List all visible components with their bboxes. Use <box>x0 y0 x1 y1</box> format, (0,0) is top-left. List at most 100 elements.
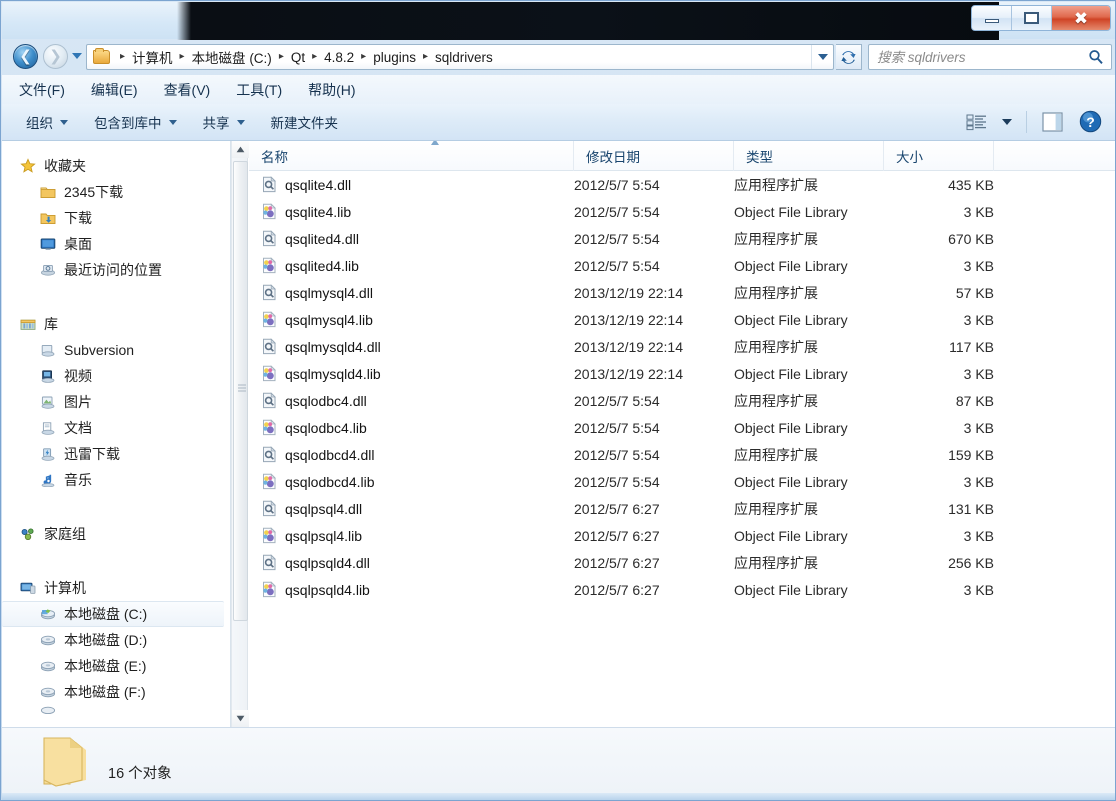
breadcrumb-separator: ▸ <box>179 51 185 62</box>
close-button[interactable]: ✖ <box>1052 6 1110 30</box>
breadcrumb-item-computer[interactable]: 计算机 <box>131 47 174 67</box>
view-list-icon[interactable] <box>966 113 988 131</box>
menu-view[interactable]: 查看(V) <box>161 78 214 102</box>
file-type-cell: Object File Library <box>734 419 848 436</box>
breadcrumb-item-version[interactable]: 4.8.2 <box>323 50 355 65</box>
search-box[interactable] <box>868 44 1112 70</box>
table-row[interactable]: qsqlmysqld4.lib 2013/12/19 22:14 Object Fi… <box>249 360 1115 387</box>
table-row[interactable]: qsqlodbc4.lib 2012/5/7 5:54 Object File Li… <box>249 414 1115 441</box>
file-date-cell: 2013/12/19 22:14 <box>574 284 683 301</box>
back-button[interactable]: ❮ <box>13 44 38 69</box>
scrollbar-grip-icon <box>238 384 246 392</box>
share-with-button[interactable]: 共享 <box>203 112 245 132</box>
column-label: 类型 <box>746 149 773 165</box>
address-bar[interactable]: ▸ 计算机 ▸ 本地磁盘 (C:) ▸ Qt ▸ 4.8.2 ▸ plugins… <box>86 44 834 70</box>
nav-group-computer: 计算机 本地磁盘 (C:) 本地磁盘 (D:) 本地磁盘 (E:) 本地磁盘 (… <box>2 575 230 717</box>
nav-header-homegroup[interactable]: 家庭组 <box>2 521 230 547</box>
table-row[interactable]: qsqlodbcd4.lib 2012/5/7 5:54 Object File L… <box>249 468 1115 495</box>
file-name-cell: qsqlite4.lib <box>249 203 574 220</box>
sidebar-item-videos[interactable]: 视频 <box>2 363 230 389</box>
sidebar-item-drive-e[interactable]: 本地磁盘 (E:) <box>2 653 230 679</box>
sidebar-item-2345download[interactable]: 2345下载 <box>2 179 230 205</box>
sidebar-item-pictures[interactable]: 图片 <box>2 389 230 415</box>
recent-pages-dropdown[interactable] <box>72 53 82 59</box>
table-row[interactable]: qsqlited4.lib 2012/5/7 5:54 Object File Li… <box>249 252 1115 279</box>
system-drive-icon <box>40 607 62 621</box>
file-type-cell: 应用程序扩展 <box>734 500 818 517</box>
column-label: 大小 <box>896 149 923 165</box>
nav-header-libraries[interactable]: 库 <box>2 311 230 337</box>
sidebar-item-drive-partial[interactable] <box>2 705 230 717</box>
table-row[interactable]: qsqlpsqld4.lib 2012/5/7 6:27 Object File L… <box>249 576 1115 603</box>
search-input[interactable] <box>869 48 1081 66</box>
column-header-type[interactable]: 类型 <box>734 141 884 171</box>
help-icon[interactable]: ? <box>1079 110 1102 133</box>
file-type-cell: 应用程序扩展 <box>734 554 818 571</box>
column-header-size[interactable]: 大小 <box>884 141 994 171</box>
table-row[interactable]: qsqlpsql4.dll 2012/5/7 6:27 应用程序扩展 131 KB <box>249 495 1115 522</box>
file-name-cell: qsqlpsqld4.dll <box>249 554 574 571</box>
maximize-button[interactable] <box>1012 6 1052 30</box>
menu-help[interactable]: 帮助(H) <box>305 78 358 102</box>
nav-label: 文档 <box>64 420 92 436</box>
file-name-label: qsqlmysqld4.lib <box>285 365 381 382</box>
title-bar[interactable]: ✖ <box>2 2 1115 40</box>
table-row[interactable]: qsqlited4.dll 2012/5/7 5:54 应用程序扩展 670 KB <box>249 225 1115 252</box>
nav-header-favorites[interactable]: 收藏夹 <box>2 153 230 179</box>
file-list-pane: 名称 修改日期 类型 大小 qsqlite4.dll 2012/5/7 5:54 应… <box>249 141 1115 727</box>
back-arrow-icon: ❮ <box>19 48 32 65</box>
table-row[interactable]: qsqlite4.lib 2012/5/7 5:54 Object File Lib… <box>249 198 1115 225</box>
menu-edit[interactable]: 编辑(E) <box>88 78 141 102</box>
preview-pane-icon[interactable] <box>1041 111 1065 133</box>
breadcrumb-item-drive[interactable]: 本地磁盘 (C:) <box>191 47 273 67</box>
organize-button[interactable]: 组织 <box>26 112 68 132</box>
table-row[interactable]: qsqlodbcd4.dll 2012/5/7 5:54 应用程序扩展 159 KB <box>249 441 1115 468</box>
breadcrumb-item-plugins[interactable]: plugins <box>372 50 417 65</box>
include-in-library-label: 包含到库中 <box>94 116 162 131</box>
sidebar-item-drive-c[interactable]: 本地磁盘 (C:) <box>2 601 224 627</box>
address-history-chevron-icon[interactable] <box>811 45 833 69</box>
search-icon[interactable] <box>1081 49 1111 65</box>
file-type-cell: 应用程序扩展 <box>734 446 818 463</box>
table-row[interactable]: qsqlmysql4.dll 2013/12/19 22:14 应用程序扩展 57 K… <box>249 279 1115 306</box>
include-in-library-button[interactable]: 包含到库中 <box>94 112 177 132</box>
scrollbar-thumb[interactable] <box>233 161 248 621</box>
file-name-label: qsqlodbcd4.dll <box>285 446 375 463</box>
file-date-cell: 2012/5/7 5:54 <box>574 392 660 409</box>
sidebar-item-subversion[interactable]: Subversion <box>2 337 230 363</box>
sidebar-item-music[interactable]: 音乐 <box>2 467 230 493</box>
menu-tools[interactable]: 工具(T) <box>233 78 285 102</box>
sidebar-item-downloads[interactable]: 下载 <box>2 205 230 231</box>
scroll-up-button[interactable] <box>232 141 249 158</box>
sidebar-item-desktop[interactable]: 桌面 <box>2 231 230 257</box>
breadcrumb-item-sqldrivers[interactable]: sqldrivers <box>434 50 494 65</box>
menu-file[interactable]: 文件(F) <box>16 78 68 102</box>
table-row[interactable]: qsqlodbc4.dll 2012/5/7 5:54 应用程序扩展 87 KB <box>249 387 1115 414</box>
forward-button[interactable]: ❯ <box>43 44 68 69</box>
column-header-name[interactable]: 名称 <box>249 141 574 171</box>
sidebar-item-drive-d[interactable]: 本地磁盘 (D:) <box>2 627 230 653</box>
refresh-button[interactable] <box>836 44 862 70</box>
new-folder-button[interactable]: 新建文件夹 <box>271 112 339 132</box>
table-row[interactable]: qsqlpsql4.lib 2012/5/7 6:27 Object File Li… <box>249 522 1115 549</box>
column-header-date-modified[interactable]: 修改日期 <box>574 141 734 171</box>
nav-header-computer[interactable]: 计算机 <box>2 575 230 601</box>
table-row[interactable]: qsqlpsqld4.dll 2012/5/7 6:27 应用程序扩展 256 KB <box>249 549 1115 576</box>
file-type-cell: 应用程序扩展 <box>734 230 818 247</box>
navigation-pane-scrollbar[interactable] <box>231 141 249 727</box>
table-row[interactable]: qsqlmysql4.lib 2013/12/19 22:14 Object Fil… <box>249 306 1115 333</box>
sidebar-item-documents[interactable]: 文档 <box>2 415 230 441</box>
sidebar-item-recent-places[interactable]: 最近访问的位置 <box>2 257 230 283</box>
sidebar-item-drive-f[interactable]: 本地磁盘 (F:) <box>2 679 230 705</box>
scroll-down-button[interactable] <box>232 710 249 727</box>
table-row[interactable]: qsqlmysqld4.dll 2013/12/19 22:14 应用程序扩展 117… <box>249 333 1115 360</box>
file-name-cell: qsqlodbcd4.lib <box>249 473 574 490</box>
file-size-cell: 3 KB <box>963 473 994 490</box>
minimize-button[interactable] <box>972 6 1012 30</box>
table-row[interactable]: qsqlite4.dll 2012/5/7 5:54 应用程序扩展 435 KB <box>249 171 1115 198</box>
view-options-dropdown[interactable] <box>1002 118 1012 125</box>
dll-icon <box>261 554 285 571</box>
sidebar-item-thunder-download[interactable]: 迅雷下载 <box>2 441 230 467</box>
file-size-cell: 670 KB <box>948 230 994 247</box>
breadcrumb-item-qt[interactable]: Qt <box>290 50 306 65</box>
